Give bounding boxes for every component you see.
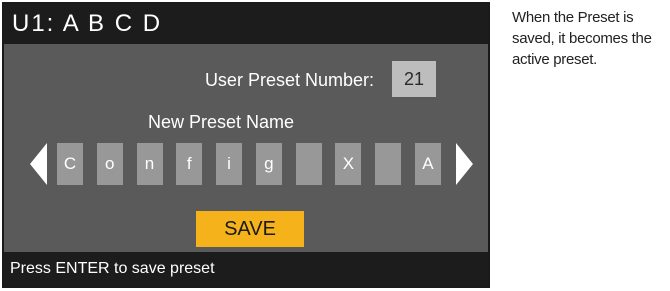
arrow-left-icon[interactable] bbox=[30, 143, 47, 185]
status-bar: Press ENTER to save preset bbox=[4, 252, 488, 286]
caption-text: When the Preset is saved, it becomes the… bbox=[512, 9, 652, 68]
char-slot[interactable] bbox=[375, 143, 402, 185]
device-screen: U1: A B C D User Preset Number: 21 New P… bbox=[2, 2, 490, 288]
char-slot[interactable] bbox=[295, 143, 322, 185]
char-slot[interactable]: o bbox=[96, 143, 123, 185]
preset-number-field[interactable]: 21 bbox=[392, 61, 436, 97]
char-slot[interactable]: X bbox=[335, 143, 362, 185]
title-bar: U1: A B C D bbox=[4, 4, 488, 44]
preset-number-label: User Preset Number: bbox=[204, 70, 374, 90]
char-slot[interactable]: A bbox=[414, 143, 441, 185]
preset-name-heading: New Preset Name bbox=[147, 112, 295, 132]
char-slot[interactable]: g bbox=[255, 143, 282, 185]
char-slot[interactable]: n bbox=[136, 143, 163, 185]
char-slot[interactable]: C bbox=[57, 143, 83, 185]
char-slot[interactable]: f bbox=[176, 143, 203, 185]
char-slot[interactable]: i bbox=[216, 143, 243, 185]
arrow-right-icon[interactable] bbox=[456, 143, 473, 185]
save-button[interactable]: SAVE bbox=[196, 211, 304, 247]
preset-name-editor: C o n f i g X A bbox=[57, 143, 441, 185]
